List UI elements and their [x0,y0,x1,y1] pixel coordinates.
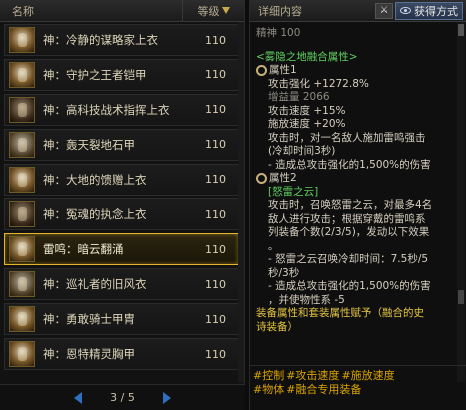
sort-down-icon [221,7,230,14]
property-line: 攻击强化 +1272.8% [268,77,369,90]
property-line: 秒/3秒 [268,266,300,279]
item-level: 110 [205,33,226,47]
compare-icon[interactable]: ⚔ [375,2,393,19]
list-header: 名称 等级 [0,0,244,22]
list-item[interactable]: 神：巡礼者的旧风衣 110 [4,268,239,301]
property-line: ，并使物性系 -5 [268,293,345,306]
property-line: 列装备个数(2/3/5)，发动以下效果 [268,226,430,238]
item-name: 神：勇敢骑士甲胄 [43,312,135,327]
property-line: 敌人进行攻击；根据穿戴的雷鸣系 [268,212,426,225]
item-name: 雷鸣：暗云翻涌 [43,242,124,257]
item-level: 110 [205,312,226,326]
property-1-label: 属性1 [269,64,297,76]
item-level: 110 [205,242,226,256]
how-to-get-button[interactable]: 获得方式 [395,1,463,20]
detail-content: 精神 100 <雾隐之地融合属性> 属性1 攻击强化 +1272.8% 增益量 … [256,27,452,334]
armor-icon [9,61,35,88]
property-line: 攻击时，召唤怒雷之云，对最多4名 [268,199,433,211]
pagination: 3 / 5 [0,384,245,410]
item-name: 神：巡礼者的旧风衣 [43,277,147,292]
property-line: 攻击速度 +15% [268,104,346,117]
tag[interactable]: #施放速度 [341,369,394,382]
property-2-name: [怒雷之云] [268,185,319,198]
armor-icon [9,96,35,123]
property-line: - 造成总攻击强化的1,500%的伤害 [268,280,431,292]
list-item-selected[interactable]: 雷鸣：暗云翻涌 110 [4,233,239,266]
item-level: 110 [205,68,226,82]
divider [250,365,466,366]
list-scrollbar[interactable] [238,22,244,382]
property-line: - 怒雷之云召唤冷却时间：7.5秒/5 [268,253,429,265]
list-item[interactable]: 神：勇敢骑士甲胄 110 [4,303,239,336]
armor-icon [9,166,35,193]
gear-icon [256,65,267,77]
item-level: 110 [205,347,226,361]
item-name: 神：轰天裂地石甲 [43,137,135,152]
tag[interactable]: #物体 [253,383,284,396]
property-line: (冷却时间3秒) [268,145,336,157]
item-name: 神：冤魂的执念上衣 [43,207,147,222]
eye-icon [400,7,411,14]
detail-header: 详细内容 ⚔ 获得方式 [250,0,466,22]
item-name: 神：守护之王者铠甲 [43,67,147,82]
item-list-panel: 名称 等级 神：冷静的谋略家上衣 110 神：守护之王者铠甲 110 神：高科技… [0,0,245,410]
property-1-title: 属性1 [256,64,452,78]
detail-scrollbar[interactable] [457,22,465,382]
armor-icon [9,306,35,333]
property-line: 。 [268,239,279,252]
list-item[interactable]: 神：大地的馈赠上衣 110 [4,163,239,196]
property-line: 施放速度 +20% [268,118,346,130]
property-2-label: 属性2 [269,172,297,184]
item-level: 110 [205,277,226,291]
armor-icon [9,236,35,263]
list-item[interactable]: 神：守护之王者铠甲 110 [4,58,239,91]
gear-icon [256,173,267,185]
level-header-label: 等级 [197,4,220,18]
next-page-icon[interactable] [162,391,171,404]
item-level: 110 [205,103,226,117]
column-header-level[interactable]: 等级 [182,0,244,21]
detail-panel: 详细内容 ⚔ 获得方式 精神 100 <雾隐之地融合属性> 属性1 攻击强化 +… [249,0,466,410]
list-item[interactable]: 神：恩特精灵胸甲 110 [4,338,239,371]
property-line: - 造成总攻击强化的1,500%的伤害 [268,158,431,171]
armor-icon [9,27,35,53]
list-item[interactable]: 神：轰天裂地石甲 110 [4,128,239,161]
tag[interactable]: #控制 [253,369,284,382]
item-name: 神：恩特精灵胸甲 [43,347,135,362]
column-header-name[interactable]: 名称 [0,3,182,19]
item-name: 神：高科技战术指挥上衣 [43,102,170,117]
property-line: 攻击时，对一名敌人施加雷鸣强击 [268,131,426,144]
tag[interactable]: #攻击速度 [286,369,339,382]
armor-icon [9,341,35,368]
armor-icon [9,271,35,298]
prev-page-icon[interactable] [74,391,83,404]
footer-note: 诗装备） [256,320,298,333]
page-indicator: 3 / 5 [110,391,135,404]
tag[interactable]: #融合专用装备 [286,383,361,396]
item-name: 神：冷静的谋略家上衣 [43,33,158,47]
list-item[interactable]: 神：冤魂的执念上衣 110 [4,198,239,231]
property-line: 增益量 2066 [268,91,330,103]
item-name: 神：大地的馈赠上衣 [43,172,147,187]
armor-icon [9,201,35,228]
property-2-title: 属性2 [256,172,452,186]
detail-title: 详细内容 [258,4,302,18]
spirit-stat: 精神 100 [256,27,301,39]
fusion-title: <雾隐之地融合属性> [256,50,358,63]
list-item[interactable]: 神：冷静的谋略家上衣 110 [4,24,239,56]
item-level: 110 [205,207,226,221]
item-level: 110 [205,173,226,187]
how-to-get-label: 获得方式 [414,4,458,18]
armor-icon [9,131,35,158]
footer-note: 装备属性和套装属性赋予（融合的史 [256,307,424,319]
scroll-thumb[interactable] [458,24,464,36]
scroll-thumb-lower[interactable] [458,290,464,304]
item-rows: 神：冷静的谋略家上衣 110 神：守护之王者铠甲 110 神：高科技战术指挥上衣… [4,24,239,373]
tag-list: #控制 #攻击速度 #施放速度 #物体 #融合专用装备 [253,369,463,397]
item-level: 110 [205,138,226,152]
list-item[interactable]: 神：高科技战术指挥上衣 110 [4,93,239,126]
